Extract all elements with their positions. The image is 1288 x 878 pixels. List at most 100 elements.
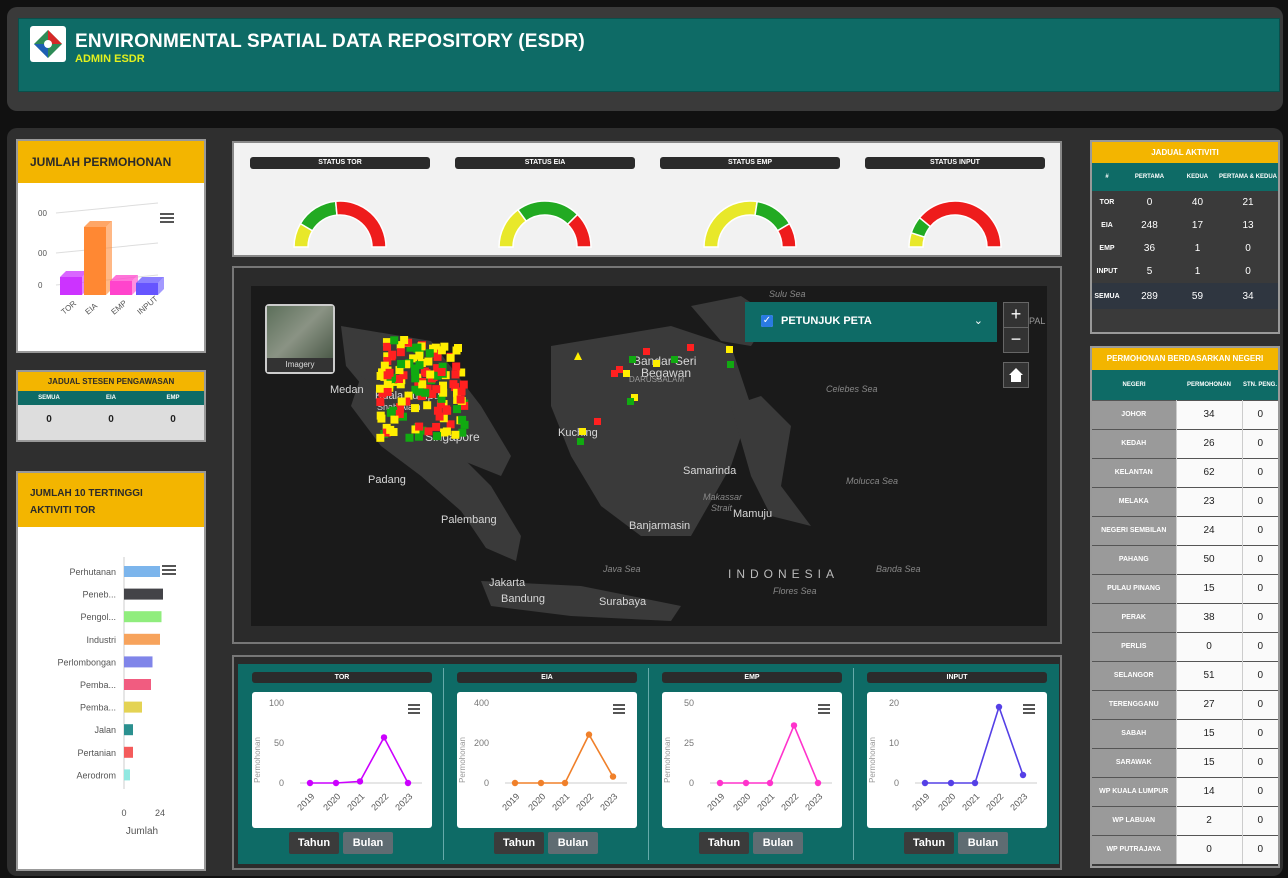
map-legend-panel[interactable]: ✓ PETUNJUK PETA ⌄ [745, 302, 997, 342]
zoom-out-button[interactable]: − [1003, 327, 1029, 353]
map-marker[interactable] [415, 361, 424, 370]
map-marker[interactable] [456, 395, 465, 404]
map-marker[interactable] [671, 356, 678, 363]
data-point[interactable] [511, 779, 519, 787]
data-point[interactable] [380, 734, 388, 741]
map-marker[interactable] [435, 412, 444, 421]
map-marker[interactable] [451, 430, 460, 439]
data-point[interactable] [716, 779, 724, 787]
bulan-button[interactable]: Bulan [548, 832, 598, 854]
map-marker[interactable] [380, 361, 389, 370]
map-marker[interactable] [574, 352, 582, 360]
map-marker[interactable] [577, 438, 584, 445]
map-marker[interactable] [415, 351, 424, 360]
map-marker[interactable] [439, 388, 448, 397]
map-marker[interactable] [411, 374, 420, 383]
data-point[interactable] [814, 779, 822, 787]
chart-menu-icon[interactable] [613, 712, 625, 714]
data-point[interactable] [947, 779, 955, 787]
map-marker[interactable] [579, 428, 586, 435]
chart-menu-icon[interactable] [818, 704, 830, 706]
chart-menu-icon[interactable] [613, 704, 625, 706]
map-marker[interactable] [390, 336, 399, 345]
map-marker[interactable] [458, 428, 467, 437]
map-marker[interactable] [432, 385, 441, 394]
data-point[interactable] [585, 731, 593, 738]
chart-menu-icon[interactable] [408, 708, 420, 710]
map-marker[interactable] [623, 370, 630, 377]
map-marker[interactable] [727, 361, 734, 368]
data-point[interactable] [404, 779, 412, 787]
home-button[interactable] [1003, 362, 1029, 388]
map-marker[interactable] [397, 397, 406, 406]
map-marker[interactable] [643, 348, 650, 355]
map-marker[interactable] [383, 380, 392, 389]
map-marker[interactable] [453, 405, 462, 414]
map-marker[interactable] [726, 346, 733, 353]
map-marker[interactable] [385, 368, 394, 377]
data-point[interactable] [1019, 771, 1027, 779]
map-marker[interactable] [388, 350, 397, 359]
data-point[interactable] [921, 779, 929, 787]
map-marker[interactable] [440, 428, 449, 437]
map-marker[interactable] [383, 342, 392, 351]
map-marker[interactable] [377, 414, 386, 423]
map-marker[interactable] [414, 432, 423, 441]
chart-menu-icon[interactable] [818, 712, 830, 714]
zoom-in-button[interactable]: + [1003, 302, 1029, 328]
data-point[interactable] [742, 779, 750, 787]
map-marker[interactable] [442, 405, 451, 414]
map-marker[interactable] [432, 422, 441, 431]
map-marker[interactable] [611, 370, 618, 377]
map-marker[interactable] [396, 348, 405, 357]
map-marker[interactable] [458, 415, 467, 424]
map-marker[interactable] [629, 356, 636, 363]
map-marker[interactable] [405, 433, 414, 442]
bulan-button[interactable]: Bulan [958, 832, 1008, 854]
chart-menu-icon[interactable] [818, 708, 830, 710]
map-marker[interactable] [446, 353, 455, 362]
data-point[interactable] [306, 779, 314, 787]
map-marker[interactable] [449, 380, 458, 389]
map-marker[interactable] [446, 420, 455, 429]
data-point[interactable] [609, 773, 617, 780]
map-marker[interactable] [424, 357, 433, 366]
chart-menu-icon[interactable] [408, 712, 420, 714]
chart-menu-icon[interactable] [408, 704, 420, 706]
data-point[interactable] [332, 779, 340, 787]
map-marker[interactable] [376, 384, 385, 393]
map-marker[interactable] [452, 362, 461, 371]
map-marker[interactable] [376, 397, 385, 406]
legend-checkbox[interactable]: ✓ [761, 315, 773, 327]
map-marker[interactable] [439, 381, 448, 390]
map-marker[interactable] [424, 427, 433, 436]
map-marker[interactable] [413, 343, 422, 352]
chart-menu-icon[interactable] [1023, 712, 1035, 714]
bulan-button[interactable]: Bulan [343, 832, 393, 854]
tahun-button[interactable]: Tahun [699, 832, 749, 854]
data-point[interactable] [766, 779, 774, 787]
map-marker[interactable] [440, 342, 449, 351]
tahun-button[interactable]: Tahun [494, 832, 544, 854]
map-marker[interactable] [653, 360, 660, 367]
map-marker[interactable] [397, 360, 406, 369]
map-marker[interactable] [400, 336, 409, 345]
map-marker[interactable] [415, 422, 424, 431]
map-marker[interactable] [389, 428, 398, 437]
map-marker[interactable] [426, 370, 435, 379]
data-point[interactable] [971, 779, 979, 787]
map-marker[interactable] [411, 404, 420, 413]
map-marker[interactable] [594, 418, 601, 425]
map-marker[interactable] [454, 344, 462, 352]
map-marker[interactable] [418, 380, 427, 389]
chart-menu-icon[interactable] [1023, 704, 1035, 706]
map-view[interactable]: Imagery Medan Kuala Lumpur Shah Alam Sin… [251, 286, 1047, 626]
map-marker[interactable] [423, 401, 432, 410]
tahun-button[interactable]: Tahun [904, 832, 954, 854]
tahun-button[interactable]: Tahun [289, 832, 339, 854]
bulan-button[interactable]: Bulan [753, 832, 803, 854]
map-marker[interactable] [383, 387, 392, 396]
data-point[interactable] [561, 779, 569, 787]
data-point[interactable] [790, 722, 798, 729]
map-marker[interactable] [432, 432, 441, 441]
